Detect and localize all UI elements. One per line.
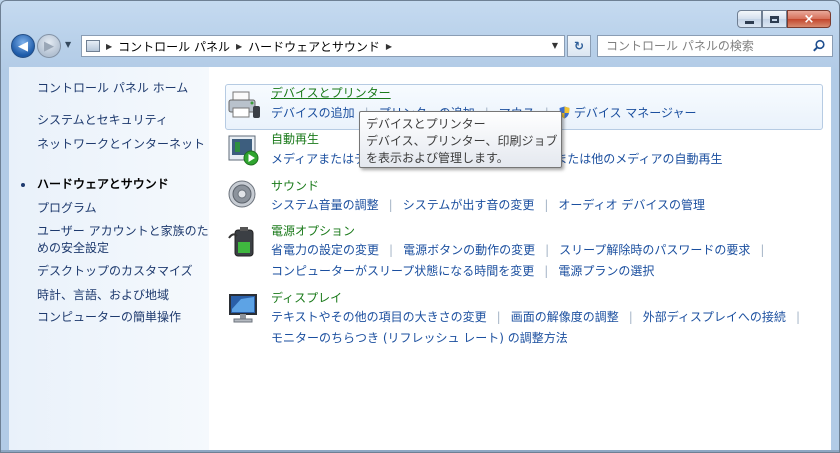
breadcrumb-hardware-sound[interactable]: ハードウェアとサウンド [248,38,380,55]
sidebar-item-programs[interactable]: プログラム [37,200,97,217]
devices-printers-tooltip: デバイスとプリンター デバイス、プリンター、印刷ジョブ を表示および管理します。 [359,111,562,168]
power-options-title[interactable]: 電源オプション [271,222,355,239]
adjust-volume-link[interactable]: システム音量の調整 [271,196,379,213]
control-panel-window: × ◀ ▶ ▼ ▶ コントロール パネル ▶ ハードウェアとサウンド ▶ ▼ ↻… [0,0,840,453]
connect-external-display-link[interactable]: 外部ディスプレイへの接続 [643,308,786,325]
device-manager-link[interactable]: デバイス マネージャー [574,104,697,121]
breadcrumb-control-panel[interactable]: コントロール パネル [118,38,230,55]
display-title[interactable]: ディスプレイ [271,289,342,306]
back-button[interactable]: ◀ [11,34,35,58]
navigation-bar: ◀ ▶ ▼ ▶ コントロール パネル ▶ ハードウェアとサウンド ▶ ▼ ↻ [9,32,833,62]
breadcrumb-separator-icon[interactable]: ▶ [106,42,112,51]
forward-arrow-icon: ▶ [44,38,54,54]
change-power-button-link[interactable]: 電源ボタンの動作の変更 [403,241,535,258]
sidebar-item-hardware-sound: ハードウェアとサウンド [37,177,169,191]
left-navigation-pane: コントロール パネル ホーム システムとセキュリティ ネットワークとインターネッ… [9,67,209,452]
search-box[interactable] [597,35,833,57]
display-links-2: モニターのちらつき (リフレッシュ レート) の調整方法 [271,329,568,346]
refresh-icon: ↻ [573,39,585,53]
search-input[interactable] [604,38,808,54]
breadcrumb-separator-icon[interactable]: ▶ [236,42,242,51]
display-monitor-icon [229,294,257,323]
printer-icon [228,91,260,118]
close-icon: × [803,11,815,27]
choose-power-plan-link[interactable]: 電源プランの選択 [558,262,654,279]
minimize-button[interactable] [737,10,762,28]
maximize-icon [770,15,779,23]
sidebar-item-system-security[interactable]: システムとセキュリティ [37,112,168,129]
display-links: テキストやその他の項目の大きさの変更 | 画面の解像度の調整 | 外部ディスプレ… [271,308,810,325]
caption-buttons: × [737,10,831,28]
recent-pages-dropdown-icon[interactable]: ▼ [65,40,71,49]
control-panel-icon [86,40,100,52]
devices-printers-title[interactable]: デバイスとプリンター [271,84,391,101]
link-divider: | [544,197,549,212]
autoplay-cd-link[interactable]: CD または他のメディアの自動再生 [534,150,723,167]
change-text-size-link[interactable]: テキストやその他の項目の大きさの変更 [271,308,487,325]
tooltip-line-2: デバイス、プリンター、印刷ジョブ [366,134,558,148]
link-divider: | [544,263,549,278]
address-bar[interactable]: ▶ コントロール パネル ▶ ハードウェアとサウンド ▶ ▼ [81,35,565,57]
speaker-icon [228,180,256,208]
close-button[interactable]: × [787,10,831,28]
autoplay-title[interactable]: 自動再生 [271,130,319,147]
maximize-button[interactable] [762,10,787,28]
sidebar-item-network[interactable]: ネットワークとインターネット [37,136,207,153]
forward-button[interactable]: ▶ [37,34,61,58]
manage-audio-devices-link[interactable]: オーディオ デバイスの管理 [558,196,705,213]
require-password-on-wake-link[interactable]: スリープ解除時のパスワードの要求 [559,241,750,258]
change-sleep-time-link[interactable]: コンピューターがスリープ状態になる時間を変更 [271,262,534,279]
change-system-sounds-link[interactable]: システムが出す音の変更 [403,196,535,213]
sidebar-item-appearance[interactable]: デスクトップのカスタマイズ [37,263,193,280]
tooltip-line-1: デバイスとプリンター [366,117,486,131]
adjust-resolution-link[interactable]: 画面の解像度の調整 [511,308,619,325]
back-arrow-icon: ◀ [18,38,28,54]
link-divider: | [389,242,394,257]
link-divider: | [545,242,550,257]
link-divider: | [628,309,633,324]
breadcrumb-separator-icon[interactable]: ▶ [386,42,392,51]
sidebar-item-user-accounts[interactable]: ユーザー アカウントと家族のための安全設定 [37,223,209,257]
window-bottom-border [1,450,839,452]
change-power-saving-link[interactable]: 省電力の設定の変更 [271,241,379,258]
link-divider: | [760,242,765,257]
sound-title[interactable]: サウンド [271,177,319,194]
current-item-bullet-icon [21,183,25,187]
power-options-links-2: コンピューターがスリープ状態になる時間を変更 | 電源プランの選択 [271,262,654,279]
sidebar-item-home[interactable]: コントロール パネル ホーム [37,80,188,97]
tooltip-line-3: を表示および管理します。 [366,151,509,165]
sidebar-item-clock-language-region[interactable]: 時計、言語、および地域 [37,287,169,304]
adjust-refresh-rate-link[interactable]: モニターのちらつき (リフレッシュ レート) の調整方法 [271,329,568,346]
autoplay-icon [228,135,259,166]
sound-links: システム音量の調整 | システムが出す音の変更 | オーディオ デバイスの管理 [271,196,705,213]
add-device-link[interactable]: デバイスの追加 [271,104,355,121]
address-dropdown-icon[interactable]: ▼ [552,41,558,50]
search-icon[interactable] [812,39,826,53]
link-divider: | [795,309,800,324]
link-divider: | [388,197,393,212]
refresh-button[interactable]: ↻ [567,35,591,57]
link-divider: | [496,309,501,324]
battery-power-icon [228,227,254,257]
sidebar-item-ease-of-access[interactable]: コンピューターの簡単操作 [37,309,181,326]
power-options-links: 省電力の設定の変更 | 電源ボタンの動作の変更 | スリープ解除時のパスワードの… [271,241,774,258]
minimize-icon [745,20,754,24]
